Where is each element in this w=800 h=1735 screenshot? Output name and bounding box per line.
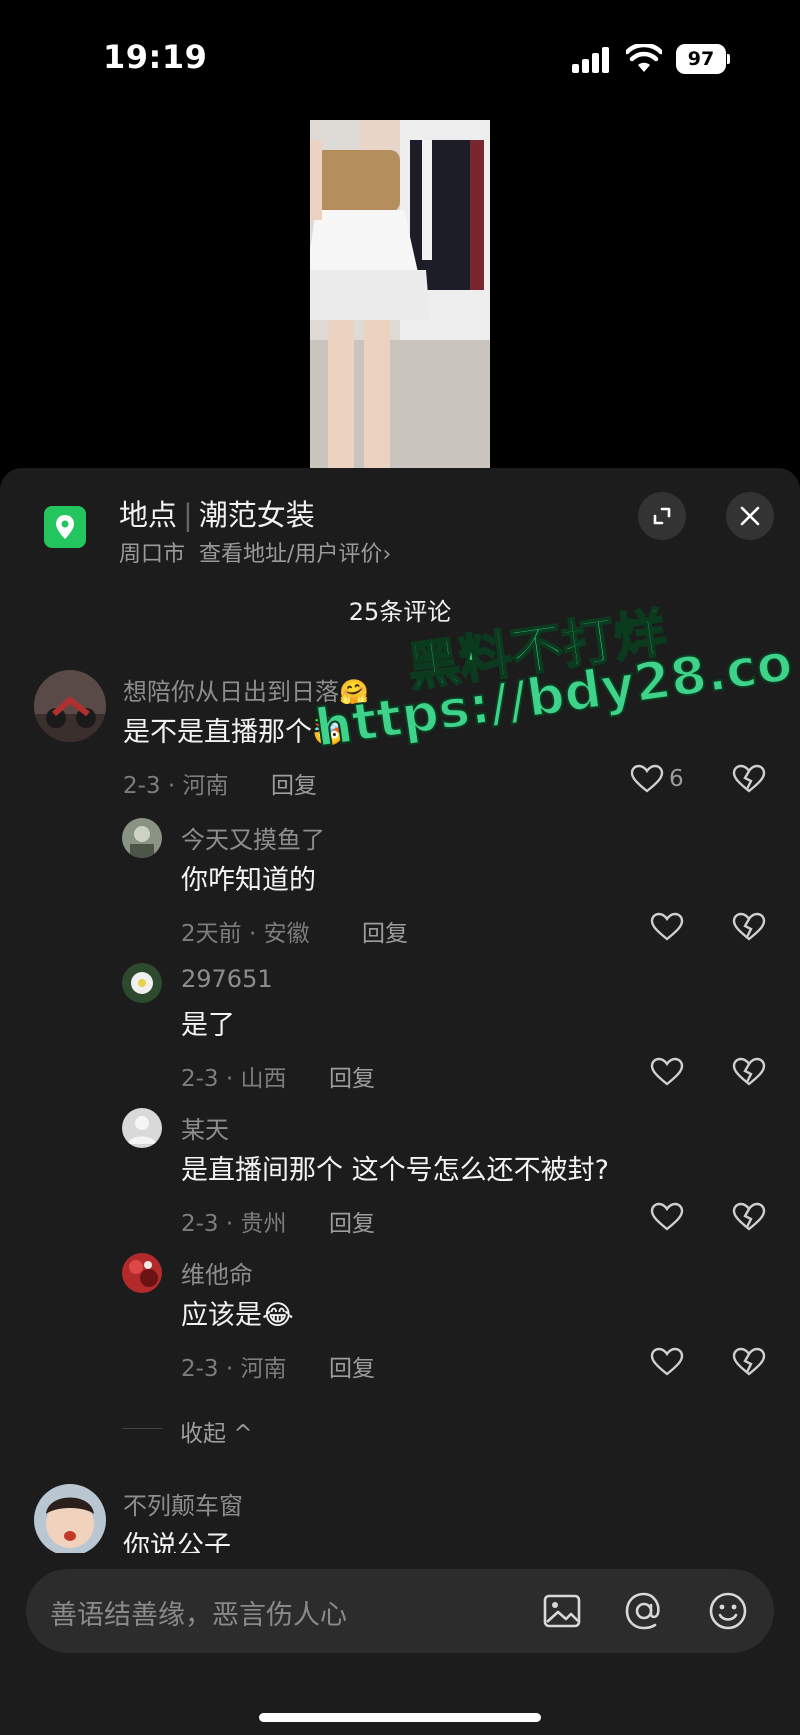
status-time: 19:19 xyxy=(103,38,208,76)
comment-meta: 2-3 · 山西 xyxy=(181,1066,287,1092)
video-preview[interactable] xyxy=(310,120,490,468)
heart-icon[interactable] xyxy=(650,912,684,942)
location-subtitle[interactable]: 周口市 查看地址/用户评价› xyxy=(119,536,391,568)
location-label: 地点 xyxy=(119,498,178,532)
comment-author[interactable]: 某天 xyxy=(181,1110,229,1145)
comment-text: 是了 xyxy=(181,1010,235,1041)
comment-text: 是直播间那个 这个号怎么还不被封? xyxy=(181,1155,609,1186)
location-name: 潮范女装 xyxy=(198,498,315,532)
wifi-icon xyxy=(626,44,662,72)
location-title: 地点 | 潮范女装 xyxy=(119,492,315,534)
home-indicator[interactable] xyxy=(259,1713,541,1722)
close-button[interactable] xyxy=(726,492,774,540)
comment-input[interactable]: 善语结善缘，恶言伤人心 xyxy=(26,1569,774,1653)
heart-icon[interactable] xyxy=(650,1347,684,1377)
reply-button[interactable]: 回复 xyxy=(329,1204,375,1238)
avatar[interactable] xyxy=(34,1484,106,1556)
comment-author[interactable]: 维他命 xyxy=(181,1255,253,1290)
expand-button[interactable] xyxy=(638,492,686,540)
emoji-icon[interactable] xyxy=(706,1589,750,1633)
avatar[interactable] xyxy=(122,818,162,858)
avatar[interactable] xyxy=(122,1108,162,1148)
reply-button[interactable]: 回复 xyxy=(329,1349,375,1383)
expand-icon xyxy=(653,507,671,525)
broken-heart-icon[interactable] xyxy=(732,1347,766,1377)
video-thumbnail xyxy=(310,120,490,468)
broken-heart-icon[interactable] xyxy=(732,1057,766,1087)
battery-level: 97 xyxy=(676,44,726,74)
broken-heart-icon[interactable] xyxy=(732,764,766,794)
divider: | xyxy=(183,498,193,532)
comment-input-placeholder: 善语结善缘，恶言伤人心 xyxy=(50,1600,347,1631)
location-pin-icon xyxy=(44,506,86,548)
image-icon[interactable] xyxy=(540,1589,584,1633)
comment-text: 应该是😂 xyxy=(181,1300,294,1331)
comment-meta: 2天前 · 安徽 xyxy=(181,921,310,947)
divider xyxy=(122,1428,162,1429)
comment-author[interactable]: 297651 xyxy=(181,965,273,993)
broken-heart-icon[interactable] xyxy=(732,912,766,942)
cellular-signal-icon xyxy=(572,47,612,73)
like-count: 6 xyxy=(669,766,684,792)
battery-icon: 97 xyxy=(676,44,730,74)
chevron-right-icon: › xyxy=(382,542,392,567)
heart-icon[interactable] xyxy=(650,1057,684,1087)
comment-author[interactable]: 今天又摸鱼了 xyxy=(181,820,325,855)
avatar[interactable] xyxy=(122,963,162,1003)
heart-icon[interactable] xyxy=(650,1202,684,1232)
at-icon[interactable] xyxy=(622,1589,666,1633)
heart-icon[interactable] xyxy=(630,764,664,794)
comment-text: 你咋知道的 xyxy=(181,865,316,896)
broken-heart-icon[interactable] xyxy=(732,1202,766,1232)
avatar[interactable] xyxy=(122,1253,162,1293)
reply-button[interactable]: 回复 xyxy=(362,914,408,948)
location-city: 周口市 xyxy=(119,542,186,567)
avatar[interactable] xyxy=(34,670,106,742)
close-icon xyxy=(740,506,760,526)
collapse-label: 收起 ^ xyxy=(180,1421,253,1447)
laughing-emoji: 😂 xyxy=(262,1300,294,1331)
comment-author[interactable]: 不列颠车窗 xyxy=(123,1486,243,1521)
chevron-up-icon: ^ xyxy=(233,1421,253,1447)
location-link[interactable]: 查看地址/用户评价 xyxy=(199,542,382,567)
comment-meta: 2-3 · 河南 xyxy=(123,773,229,799)
comment-input-area: 善语结善缘，恶言伤人心 xyxy=(0,1553,800,1735)
reply-button[interactable]: 回复 xyxy=(329,1059,375,1093)
location-card[interactable]: 地点 | 潮范女装 周口市 查看地址/用户评价› xyxy=(0,468,800,578)
status-bar: 19:19 97 xyxy=(0,0,800,110)
reply-button[interactable]: 回复 xyxy=(271,766,317,800)
comment-meta: 2-3 · 贵州 xyxy=(181,1211,287,1237)
comment-meta: 2-3 · 河南 xyxy=(181,1356,287,1382)
